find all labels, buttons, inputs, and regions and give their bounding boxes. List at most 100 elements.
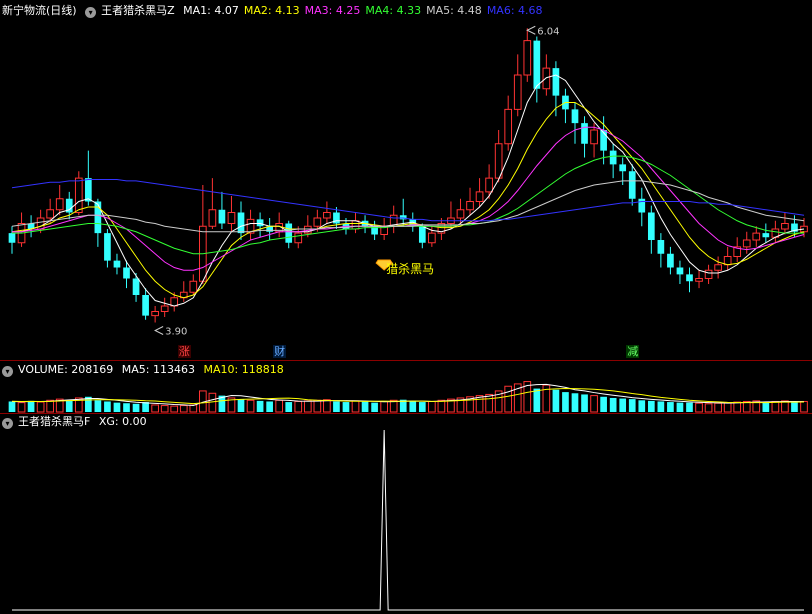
candle-body [313, 217, 322, 227]
volume-bar [361, 401, 369, 412]
volume-bar [151, 404, 159, 413]
volume-bar [667, 402, 674, 412]
candle-body [628, 171, 636, 199]
volume-bar [609, 397, 617, 412]
volume-bar [676, 402, 684, 412]
candle-body [113, 260, 121, 268]
volume-bar [562, 392, 569, 412]
volume-bar [771, 400, 780, 413]
volume-bar [437, 399, 446, 413]
chevron-down-icon[interactable]: ▾ [2, 418, 13, 429]
chevron-down-icon[interactable]: ▾ [85, 7, 97, 18]
volume-bar [313, 399, 322, 413]
ma-legend-item: MA4: 4.33 [365, 4, 422, 17]
volume-bar [237, 399, 245, 412]
candle-body [542, 67, 551, 90]
volume-bar [704, 403, 713, 413]
volume-bar [8, 401, 16, 412]
volume-label: VOLUME: 208169 [18, 363, 114, 376]
volume-bar [533, 388, 541, 412]
candle-body [781, 223, 789, 230]
candle-body [123, 267, 130, 279]
candle-body [609, 150, 617, 165]
candle-body [571, 109, 579, 124]
low-arrow [154, 326, 164, 335]
candle-body [142, 295, 149, 316]
volume-ma5: MA5: 113463 [121, 363, 196, 376]
candle-body [723, 256, 732, 266]
candle-body [590, 129, 598, 145]
volume-bar [303, 400, 312, 413]
candle-body [619, 164, 627, 172]
volume-bar [256, 400, 264, 412]
ma-line-ma4 [12, 155, 804, 255]
candle-body [762, 233, 770, 238]
candle-body [132, 278, 140, 295]
volume-bar [323, 399, 331, 413]
volume-bar [189, 404, 198, 413]
volume-bar [275, 399, 284, 413]
volume-bar [418, 402, 426, 412]
candle-body [552, 68, 560, 96]
volume-bar [142, 402, 149, 412]
signal-panel[interactable]: ▾ 王者猎杀黑马F XG: 0.00 [0, 414, 812, 614]
signal-header: ▾ 王者猎杀黑马F XG: 0.00 [2, 414, 152, 430]
chevron-down-icon[interactable]: ▾ [2, 366, 13, 377]
candle-body [667, 253, 674, 268]
volume-bar [600, 396, 607, 412]
candle-body [151, 311, 159, 317]
candle-body [189, 280, 198, 293]
signal-label: 猎杀黑马 [386, 261, 434, 276]
candle-body [676, 267, 684, 275]
volume-bar [17, 402, 26, 413]
high-price-label: 6.04 [537, 26, 559, 37]
xg-value: XG: 0.00 [98, 415, 147, 428]
volume-bar [695, 402, 703, 413]
volume-bar [686, 402, 693, 412]
candle-body [208, 209, 217, 227]
candle-body [418, 226, 426, 243]
volume-bar [800, 400, 808, 413]
candle-body [74, 177, 83, 213]
volume-bar [504, 385, 513, 413]
candle-body [714, 264, 722, 271]
volume-ma10: MA10: 118818 [203, 363, 284, 376]
signal-indicator-name: 王者猎杀黑马F [18, 415, 91, 428]
candle-body [581, 123, 588, 144]
candle-body [8, 233, 16, 243]
volume-bar [113, 402, 121, 412]
candle-body [285, 223, 293, 243]
volume-bar [485, 393, 493, 413]
volume-bar [647, 400, 655, 412]
volume-bar [571, 393, 579, 412]
candle-body [456, 209, 465, 219]
main-chart-panel[interactable]: 6.04 3.90 猎杀黑马 新宁物流(日线) ▾ 王者猎杀黑马Z MA1: 4.07… [0, 0, 812, 360]
volume-bar [46, 399, 55, 413]
candle-body [513, 74, 522, 110]
volume-bar [590, 395, 598, 413]
volume-bar [638, 400, 646, 412]
candle-body [704, 269, 713, 279]
volume-bar [123, 403, 130, 412]
candle-body [523, 40, 532, 76]
candle-body [657, 240, 665, 254]
ma-legend-item: MA2: 4.13 [243, 4, 300, 17]
volume-bar [94, 400, 102, 412]
volume-panel[interactable]: ▾ VOLUME: 208169 MA5: 113463 MA10: 118818 [0, 361, 812, 413]
volume-bar [179, 405, 188, 413]
candle-body [294, 232, 303, 244]
volume-bar [581, 394, 588, 412]
volume-bar [723, 402, 732, 413]
candle-body [160, 305, 169, 312]
volume-bar [285, 402, 293, 412]
volume-bar [266, 401, 273, 412]
volume-bar [65, 400, 73, 412]
xg-signal-line [12, 429, 804, 611]
candlestick-chart[interactable]: 6.04 3.90 猎杀黑马 [0, 0, 812, 360]
volume-bar [160, 405, 169, 413]
candle-body [104, 233, 111, 261]
signal-chart[interactable] [0, 414, 812, 614]
volume-bar [294, 400, 303, 413]
volume-header: ▾ VOLUME: 208169 MA5: 113463 MA10: 118818 [2, 362, 289, 378]
volume-bar [208, 392, 217, 413]
